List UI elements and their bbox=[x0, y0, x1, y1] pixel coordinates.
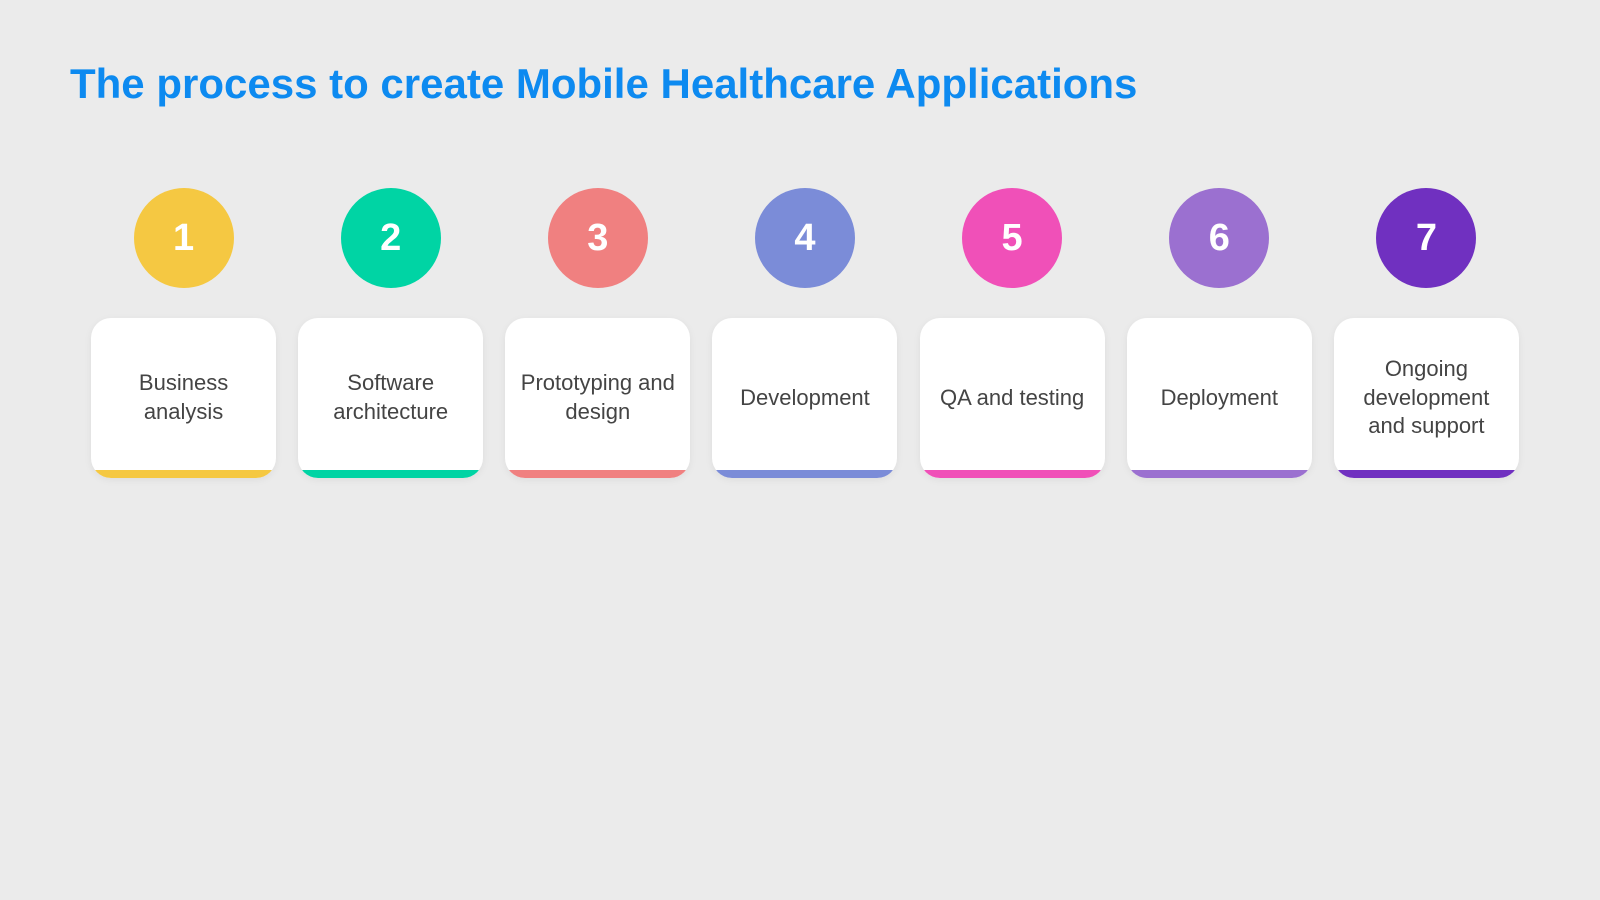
circle-wrapper-4: 4 bbox=[701, 188, 908, 288]
step-card-5: QA and testing bbox=[920, 318, 1105, 478]
process-container: 1 2 3 4 5 6 7 Business analysis Software archit… bbox=[70, 188, 1530, 478]
step-circle-4: 4 bbox=[755, 188, 855, 288]
step-label-5: QA and testing bbox=[930, 374, 1094, 423]
step-circle-1: 1 bbox=[134, 188, 234, 288]
step-card-6: Deployment bbox=[1127, 318, 1312, 478]
step-label-2: Software architecture bbox=[298, 359, 483, 436]
step-circle-2: 2 bbox=[341, 188, 441, 288]
circle-wrapper-1: 1 bbox=[80, 188, 287, 288]
step-card-2: Software architecture bbox=[298, 318, 483, 478]
step-card-1: Business analysis bbox=[91, 318, 276, 478]
circle-wrapper-2: 2 bbox=[287, 188, 494, 288]
step-circle-6: 6 bbox=[1169, 188, 1269, 288]
step-bar-5 bbox=[920, 470, 1105, 478]
step-card-7: Ongoing development and support bbox=[1334, 318, 1519, 478]
step-bar-3 bbox=[505, 470, 690, 478]
card-wrapper-6: Deployment bbox=[1116, 318, 1323, 478]
card-wrapper-4: Development bbox=[701, 318, 908, 478]
card-wrapper-1: Business analysis bbox=[80, 318, 287, 478]
step-label-1: Business analysis bbox=[91, 359, 276, 436]
page: The process to create Mobile Healthcare … bbox=[0, 0, 1600, 900]
step-bar-6 bbox=[1127, 470, 1312, 478]
card-wrapper-5: QA and testing bbox=[909, 318, 1116, 478]
circle-wrapper-7: 7 bbox=[1323, 188, 1530, 288]
step-label-3: Prototyping and design bbox=[505, 359, 690, 436]
step-card-3: Prototyping and design bbox=[505, 318, 690, 478]
circles-row: 1 2 3 4 5 6 7 bbox=[70, 188, 1530, 288]
card-wrapper-7: Ongoing development and support bbox=[1323, 318, 1530, 478]
step-card-4: Development bbox=[712, 318, 897, 478]
circle-wrapper-6: 6 bbox=[1116, 188, 1323, 288]
step-label-4: Development bbox=[730, 374, 880, 423]
cards-row: Business analysis Software architecture Pr… bbox=[70, 318, 1530, 478]
step-bar-7 bbox=[1334, 470, 1519, 478]
step-bar-2 bbox=[298, 470, 483, 478]
step-circle-7: 7 bbox=[1376, 188, 1476, 288]
card-wrapper-2: Software architecture bbox=[287, 318, 494, 478]
circle-wrapper-3: 3 bbox=[494, 188, 701, 288]
step-circle-3: 3 bbox=[548, 188, 648, 288]
step-bar-1 bbox=[91, 470, 276, 478]
step-label-7: Ongoing development and support bbox=[1334, 345, 1519, 451]
circle-wrapper-5: 5 bbox=[909, 188, 1116, 288]
step-label-6: Deployment bbox=[1151, 374, 1288, 423]
card-wrapper-3: Prototyping and design bbox=[494, 318, 701, 478]
page-title: The process to create Mobile Healthcare … bbox=[70, 60, 1530, 108]
step-bar-4 bbox=[712, 470, 897, 478]
step-circle-5: 5 bbox=[962, 188, 1062, 288]
